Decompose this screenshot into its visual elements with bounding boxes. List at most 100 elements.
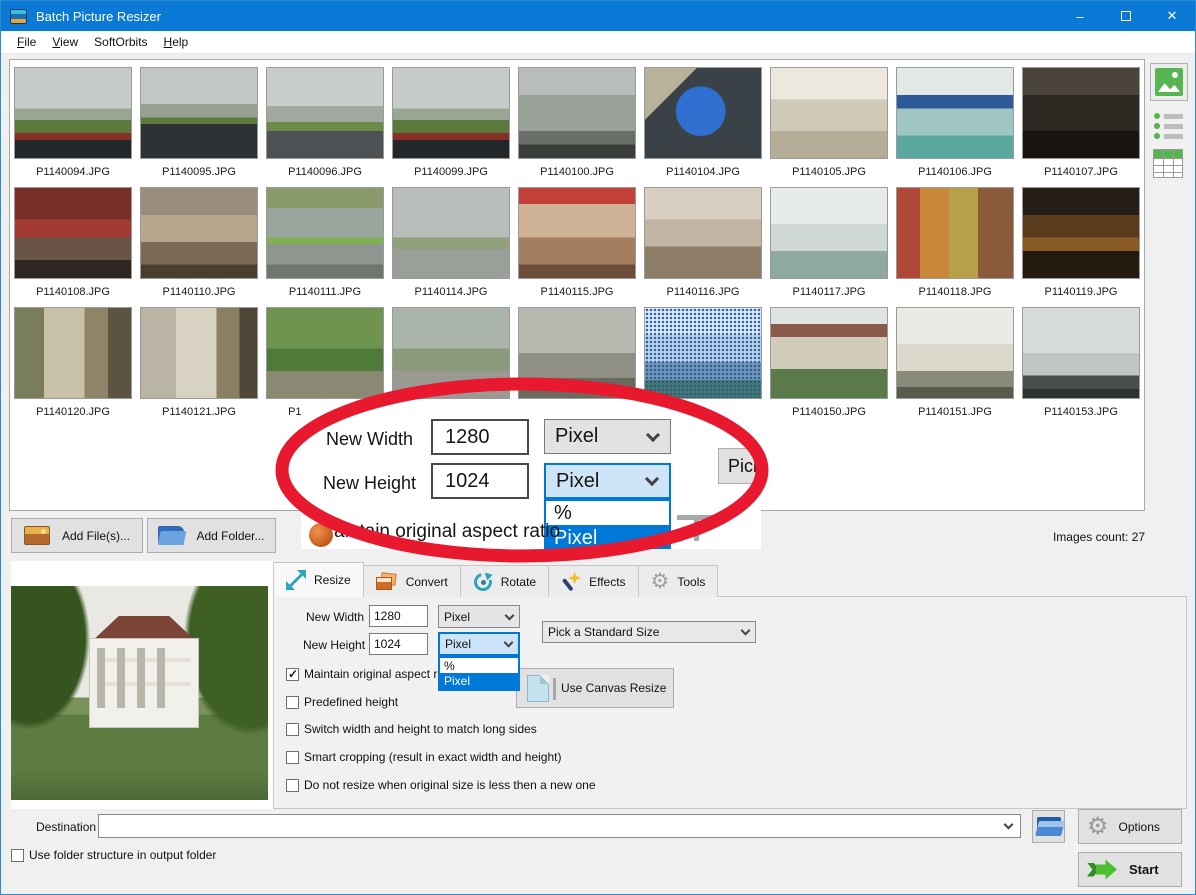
thumbnail-item[interactable]: P1140110.JPG bbox=[136, 187, 262, 307]
thumbnail-image[interactable] bbox=[1022, 67, 1140, 159]
thumbnail-item[interactable]: P1140119.JPG bbox=[1018, 187, 1144, 307]
tab-tools[interactable]: ⚙ Tools bbox=[638, 565, 719, 597]
images-count: Images count: 27 bbox=[1001, 530, 1145, 544]
thumbnail-item[interactable]: P1140153.JPG bbox=[1018, 307, 1144, 427]
thumbnail-image[interactable] bbox=[266, 187, 384, 279]
thumbnail-item[interactable]: P1140116.JPG bbox=[640, 187, 766, 307]
thumbnail-item[interactable]: P1140099.JPG bbox=[388, 67, 514, 187]
thumbnail-image[interactable] bbox=[392, 307, 510, 399]
checkbox-switch-width-height[interactable]: Switch width and height to match long si… bbox=[286, 722, 537, 736]
thumbnail-image[interactable] bbox=[770, 187, 888, 279]
thumbnail-item[interactable]: P1140111.JPG bbox=[262, 187, 388, 307]
checkbox-icon[interactable] bbox=[286, 779, 299, 792]
unit-option-percent[interactable]: % bbox=[440, 658, 518, 673]
checkbox-icon[interactable] bbox=[11, 849, 24, 862]
add-files-button[interactable]: Add File(s)... bbox=[11, 518, 143, 553]
thumbnail-item[interactable]: P1140104.JPG bbox=[640, 67, 766, 187]
thumbnail-item[interactable]: P1140095.JPG bbox=[136, 67, 262, 187]
thumbnail-image[interactable] bbox=[770, 307, 888, 399]
thumbnail-image[interactable] bbox=[896, 67, 1014, 159]
thumbnail-image[interactable] bbox=[896, 187, 1014, 279]
thumbnail-item[interactable]: P1140120.JPG bbox=[10, 307, 136, 427]
menu-file[interactable]: File bbox=[9, 32, 44, 52]
thumbnail-item[interactable]: P1140121.JPG bbox=[136, 307, 262, 427]
thumbnail-item[interactable]: P1140107.JPG bbox=[1018, 67, 1144, 187]
thumbnail-image[interactable] bbox=[896, 307, 1014, 399]
checkbox-smart-cropping[interactable]: Smart cropping (result in exact width an… bbox=[286, 750, 561, 764]
thumbnail-item[interactable]: P1140108.JPG bbox=[10, 187, 136, 307]
thumbnail-image[interactable] bbox=[14, 187, 132, 279]
close-button[interactable]: ✕ bbox=[1149, 1, 1195, 31]
checkbox-icon[interactable] bbox=[286, 723, 299, 736]
maximize-button[interactable] bbox=[1103, 1, 1149, 31]
thumbnail-image[interactable] bbox=[644, 307, 762, 399]
tab-rotate[interactable]: Rotate bbox=[460, 565, 549, 597]
thumbnail-filename: P1140110.JPG bbox=[163, 286, 236, 298]
thumbnail-image[interactable] bbox=[770, 67, 888, 159]
browse-folder-button[interactable] bbox=[1032, 810, 1065, 843]
table-view-button[interactable] bbox=[1153, 149, 1183, 178]
checkbox-maintain-aspect[interactable]: Maintain original aspect ratio bbox=[286, 667, 457, 681]
thumbnail-item[interactable]: P1140106.JPG bbox=[892, 67, 1018, 187]
thumbnail-item[interactable]: P1140151.JPG bbox=[892, 307, 1018, 427]
thumbnail-image[interactable] bbox=[518, 187, 636, 279]
new-width-input[interactable]: 1280 bbox=[369, 605, 428, 627]
thumbnail-item[interactable]: P1140105.JPG bbox=[766, 67, 892, 187]
checkbox-icon[interactable] bbox=[286, 751, 299, 764]
thumbnail-item[interactable]: P1140096.JPG bbox=[262, 67, 388, 187]
app-icon bbox=[10, 9, 27, 24]
preview-tree-left bbox=[11, 586, 101, 746]
thumbnail-grid: P1140094.JPG P1140095.JPG P1140096.JPG P… bbox=[10, 60, 1144, 427]
checkbox-do-not-resize[interactable]: Do not resize when original size is less… bbox=[286, 778, 596, 792]
thumbnail-item[interactable]: P1140114.JPG bbox=[388, 187, 514, 307]
thumbnail-image[interactable] bbox=[1022, 307, 1140, 399]
thumbnail-view-button[interactable] bbox=[1150, 63, 1188, 101]
thumbnail-item[interactable]: P1140117.JPG bbox=[766, 187, 892, 307]
thumbnail-item[interactable]: P1140100.JPG bbox=[514, 67, 640, 187]
use-canvas-resize-button[interactable]: Use Canvas Resize bbox=[516, 668, 674, 708]
thumbnail-image[interactable] bbox=[140, 187, 258, 279]
thumbnail-image[interactable] bbox=[14, 67, 132, 159]
thumbnail-item[interactable]: P1140094.JPG bbox=[10, 67, 136, 187]
list-view-button[interactable] bbox=[1154, 113, 1190, 139]
height-unit-combo[interactable]: Pixel bbox=[438, 632, 520, 656]
add-folder-button[interactable]: Add Folder... bbox=[147, 518, 276, 553]
thumbnail-filename: P1140105.JPG bbox=[792, 166, 866, 178]
width-unit-combo[interactable]: Pixel bbox=[438, 605, 520, 628]
minimize-button[interactable]: – bbox=[1057, 1, 1103, 31]
thumbnail-item[interactable]: P1140118.JPG bbox=[892, 187, 1018, 307]
thumbnail-image[interactable] bbox=[14, 307, 132, 399]
thumbnail-image[interactable] bbox=[1022, 187, 1140, 279]
options-button[interactable]: ⚙ Options bbox=[1078, 809, 1182, 844]
thumbnail-image[interactable] bbox=[266, 67, 384, 159]
thumbnail-item[interactable]: P1140115.JPG bbox=[514, 187, 640, 307]
thumbnail-image[interactable] bbox=[644, 67, 762, 159]
menu-softorbits[interactable]: SoftOrbits bbox=[86, 32, 155, 52]
menu-help[interactable]: Help bbox=[156, 32, 197, 52]
thumbnail-image[interactable] bbox=[392, 187, 510, 279]
thumbnail-image[interactable] bbox=[392, 67, 510, 159]
thumbnail-image[interactable] bbox=[518, 67, 636, 159]
width-unit-value: Pixel bbox=[444, 610, 470, 624]
tab-convert[interactable]: Convert bbox=[363, 565, 461, 597]
thumbnail-image[interactable] bbox=[140, 307, 258, 399]
standard-size-combo[interactable]: Pick a Standard Size bbox=[542, 621, 756, 643]
tab-resize[interactable]: Resize bbox=[273, 562, 364, 597]
tab-effects[interactable]: Effects bbox=[548, 565, 638, 597]
checkbox-icon[interactable] bbox=[286, 696, 299, 709]
checkbox-use-folder-structure[interactable]: Use folder structure in output folder bbox=[11, 848, 216, 862]
checkbox-checked-icon[interactable] bbox=[286, 668, 299, 681]
new-height-label: New Height bbox=[303, 638, 365, 652]
thumbnail-image[interactable] bbox=[644, 187, 762, 279]
thumbnail-image[interactable] bbox=[518, 307, 636, 399]
destination-input[interactable] bbox=[98, 814, 1021, 838]
new-height-input[interactable]: 1024 bbox=[369, 633, 428, 655]
unit-option-pixel[interactable]: Pixel bbox=[440, 673, 518, 689]
checkbox-predefined-height[interactable]: Predefined height bbox=[286, 695, 398, 709]
thumbnail-image[interactable] bbox=[266, 307, 384, 399]
menu-view[interactable]: View bbox=[44, 32, 86, 52]
magnified-orange-icon bbox=[309, 523, 333, 547]
start-button[interactable]: Start bbox=[1078, 852, 1182, 887]
thumbnail-image[interactable] bbox=[140, 67, 258, 159]
thumbnail-item[interactable]: P1140150.JPG bbox=[766, 307, 892, 427]
